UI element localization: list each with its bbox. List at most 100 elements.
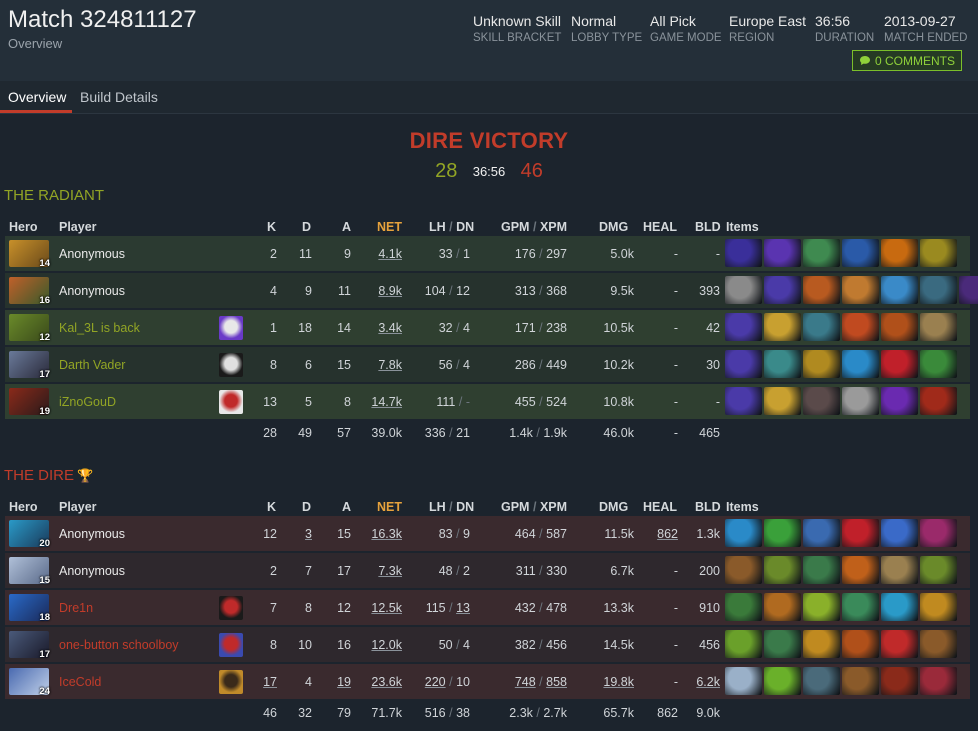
item-icon[interactable] <box>920 556 957 584</box>
item-icon[interactable] <box>764 630 801 658</box>
player-name[interactable]: one-button schoolboy <box>59 638 179 652</box>
hero-portrait[interactable]: 17 <box>9 351 50 380</box>
item-icon[interactable] <box>842 556 879 584</box>
player-row[interactable]: 16 Anonymous 4 9 11 8.9k 104 / 12 313 / 368 9.5k… <box>5 273 978 308</box>
player-row[interactable]: 17 Darth Vader 8 6 15 7.8k 56 / 4 286 / 449 10.2… <box>5 347 970 382</box>
hero-portrait[interactable]: 20 <box>9 520 50 549</box>
item-icon[interactable] <box>764 556 801 584</box>
hero-portrait[interactable]: 24 <box>9 668 50 697</box>
item-icon[interactable] <box>881 519 918 547</box>
item-icon[interactable] <box>803 667 840 695</box>
player-avatar[interactable] <box>219 596 243 620</box>
player-avatar[interactable] <box>219 316 243 340</box>
item-icon[interactable] <box>920 630 957 658</box>
item-icon[interactable] <box>881 350 918 378</box>
item-icon[interactable] <box>842 313 879 341</box>
item-icon[interactable] <box>725 350 762 378</box>
item-icon[interactable] <box>764 593 801 621</box>
item-icon[interactable] <box>725 387 762 415</box>
item-icon[interactable] <box>842 387 879 415</box>
item-icon[interactable] <box>803 593 840 621</box>
item-icon[interactable] <box>764 667 801 695</box>
tab-overview[interactable]: Overview <box>8 89 66 105</box>
item-icon[interactable] <box>803 313 840 341</box>
player-avatar[interactable] <box>219 670 243 694</box>
item-icon[interactable] <box>725 276 762 304</box>
item-icon[interactable] <box>725 630 762 658</box>
hero-portrait[interactable]: 15 <box>9 557 50 586</box>
item-icon[interactable] <box>881 667 918 695</box>
item-icon[interactable] <box>803 239 840 267</box>
player-row[interactable]: 12 Kal_3L is back 1 18 14 3.4k 32 / 4 171 / 238… <box>5 310 970 345</box>
total-net: 71.7k <box>371 706 402 720</box>
hero-portrait[interactable]: 17 <box>9 631 50 660</box>
item-icon[interactable] <box>842 667 879 695</box>
item-icon[interactable] <box>920 519 957 547</box>
item-icon[interactable] <box>803 350 840 378</box>
item-icon[interactable] <box>803 556 840 584</box>
item-icon[interactable] <box>842 593 879 621</box>
lh-dn: 115 / 13 <box>425 601 470 615</box>
item-icon[interactable] <box>881 556 918 584</box>
player-row[interactable]: 20 Anonymous 12 3 15 16.3k 83 / 9 464 / 587 11.5… <box>5 516 970 551</box>
player-name[interactable]: iZnoGouD <box>59 395 116 409</box>
player-name[interactable]: Kal_3L is back <box>59 321 140 335</box>
item-icon[interactable] <box>725 519 762 547</box>
hero-portrait[interactable]: 18 <box>9 594 50 623</box>
item-icon[interactable] <box>764 313 801 341</box>
item-icon[interactable] <box>959 276 978 304</box>
item-icon[interactable] <box>725 239 762 267</box>
player-row[interactable]: 17 one-button schoolboy 8 10 16 12.0k 50 / 4 38… <box>5 627 970 662</box>
item-icon[interactable] <box>842 239 879 267</box>
item-icon[interactable] <box>881 387 918 415</box>
item-icon[interactable] <box>881 593 918 621</box>
player-avatar[interactable] <box>219 390 243 414</box>
item-icon[interactable] <box>764 519 801 547</box>
player-name[interactable]: Dre1n <box>59 601 93 615</box>
item-icon[interactable] <box>920 667 957 695</box>
item-icon[interactable] <box>764 239 801 267</box>
hero-portrait[interactable]: 14 <box>9 240 50 269</box>
player-row[interactable]: 18 Dre1n 7 8 12 12.5k 115 / 13 432 / 478 13.3k - 9… <box>5 590 970 625</box>
item-list <box>725 556 957 584</box>
item-icon[interactable] <box>842 519 879 547</box>
item-icon[interactable] <box>842 276 879 304</box>
player-avatar[interactable] <box>219 633 243 657</box>
item-icon[interactable] <box>920 313 957 341</box>
item-icon[interactable] <box>725 313 762 341</box>
item-icon[interactable] <box>842 350 879 378</box>
item-icon[interactable] <box>803 630 840 658</box>
item-icon[interactable] <box>764 276 801 304</box>
hero-portrait[interactable]: 19 <box>9 388 50 417</box>
player-row[interactable]: 15 Anonymous 2 7 17 7.3k 48 / 2 311 / 330 6.7k - 2… <box>5 553 970 588</box>
item-icon[interactable] <box>803 387 840 415</box>
item-icon[interactable] <box>920 239 957 267</box>
item-icon[interactable] <box>725 593 762 621</box>
player-row[interactable]: 14 Anonymous 2 11 9 4.1k 33 / 1 176 / 297 5.0k - - <box>5 236 970 271</box>
item-icon[interactable] <box>803 276 840 304</box>
col-items: Items <box>726 220 759 234</box>
player-name[interactable]: IceCold <box>59 675 101 689</box>
item-icon[interactable] <box>881 239 918 267</box>
item-icon[interactable] <box>764 350 801 378</box>
item-icon[interactable] <box>764 387 801 415</box>
item-icon[interactable] <box>881 630 918 658</box>
item-icon[interactable] <box>920 276 957 304</box>
item-icon[interactable] <box>920 593 957 621</box>
tab-build-details[interactable]: Build Details <box>80 89 158 105</box>
item-icon[interactable] <box>881 313 918 341</box>
item-icon[interactable] <box>725 667 762 695</box>
item-icon[interactable] <box>803 519 840 547</box>
hero-portrait[interactable]: 16 <box>9 277 50 306</box>
item-icon[interactable] <box>881 276 918 304</box>
player-name[interactable]: Darth Vader <box>59 358 125 372</box>
player-row[interactable]: 24 IceCold 17 4 19 23.6k 220 / 10 748 / 858 19.8… <box>5 664 970 699</box>
comments-button[interactable]: 0 COMMENTS <box>852 50 962 71</box>
player-avatar[interactable] <box>219 353 243 377</box>
item-icon[interactable] <box>842 630 879 658</box>
item-icon[interactable] <box>725 556 762 584</box>
player-row[interactable]: 19 iZnoGouD 13 5 8 14.7k 111 / - 455 / 524 10.8k… <box>5 384 970 419</box>
item-icon[interactable] <box>920 350 957 378</box>
item-icon[interactable] <box>920 387 957 415</box>
hero-portrait[interactable]: 12 <box>9 314 50 343</box>
